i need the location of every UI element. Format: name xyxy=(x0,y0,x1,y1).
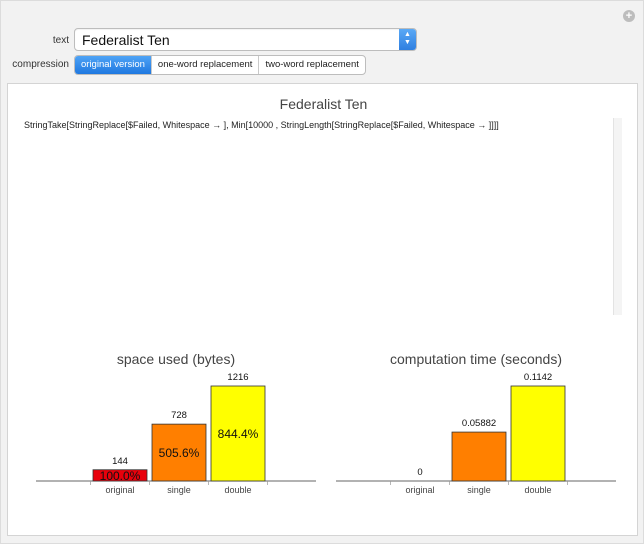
percent-label: 844.4% xyxy=(218,427,259,441)
text-expression: StringTake[StringReplace[$Failed, Whites… xyxy=(24,120,499,130)
output-panel: Federalist Ten StringTake[StringReplace[… xyxy=(7,83,638,536)
percent-label: 100.0% xyxy=(100,469,141,483)
category-label: double xyxy=(224,485,251,495)
category-label: single xyxy=(467,485,491,495)
demonstration-window: + text Federalist Ten ▲ ▼ compression ori… xyxy=(0,0,644,544)
compression-option-original[interactable]: original version xyxy=(75,56,152,74)
computation-time-chart: computation time (seconds) 0 original 0.058… xyxy=(336,351,616,495)
value-label: 728 xyxy=(171,410,187,421)
chevron-updown-icon: ▲ ▼ xyxy=(399,29,416,50)
category-label: original xyxy=(105,485,134,495)
compression-setter-bar: original version one-word replacement tw… xyxy=(74,55,366,75)
category-label: single xyxy=(167,485,191,495)
value-label: 1216 xyxy=(227,372,248,383)
text-label: text xyxy=(52,35,69,46)
percent-label: 505.6% xyxy=(159,446,200,460)
chart-title: space used (bytes) xyxy=(117,351,235,367)
value-label: 0.1142 xyxy=(524,372,552,383)
category-label: double xyxy=(524,485,551,495)
space-used-chart: space used (bytes) 144 100.0% original 728 50… xyxy=(36,351,316,495)
text-select[interactable]: Federalist Ten ▲ ▼ xyxy=(74,28,417,51)
text-select-value: Federalist Ten xyxy=(82,32,170,48)
value-label: 0.05882 xyxy=(462,418,496,429)
category-label: original xyxy=(405,485,434,495)
output-title: Federalist Ten xyxy=(279,96,368,112)
text-scrollbar[interactable] xyxy=(613,118,622,315)
bar-single xyxy=(451,431,507,482)
plus-icon[interactable]: + xyxy=(623,10,635,22)
compression-label: compression xyxy=(12,59,69,70)
bar-double xyxy=(510,385,566,482)
value-label: 144 xyxy=(112,456,128,467)
chart-title: computation time (seconds) xyxy=(390,351,562,367)
compression-option-one-word[interactable]: one-word replacement xyxy=(152,56,260,74)
compression-option-two-word[interactable]: two-word replacement xyxy=(259,56,364,74)
value-label: 0 xyxy=(417,467,422,478)
